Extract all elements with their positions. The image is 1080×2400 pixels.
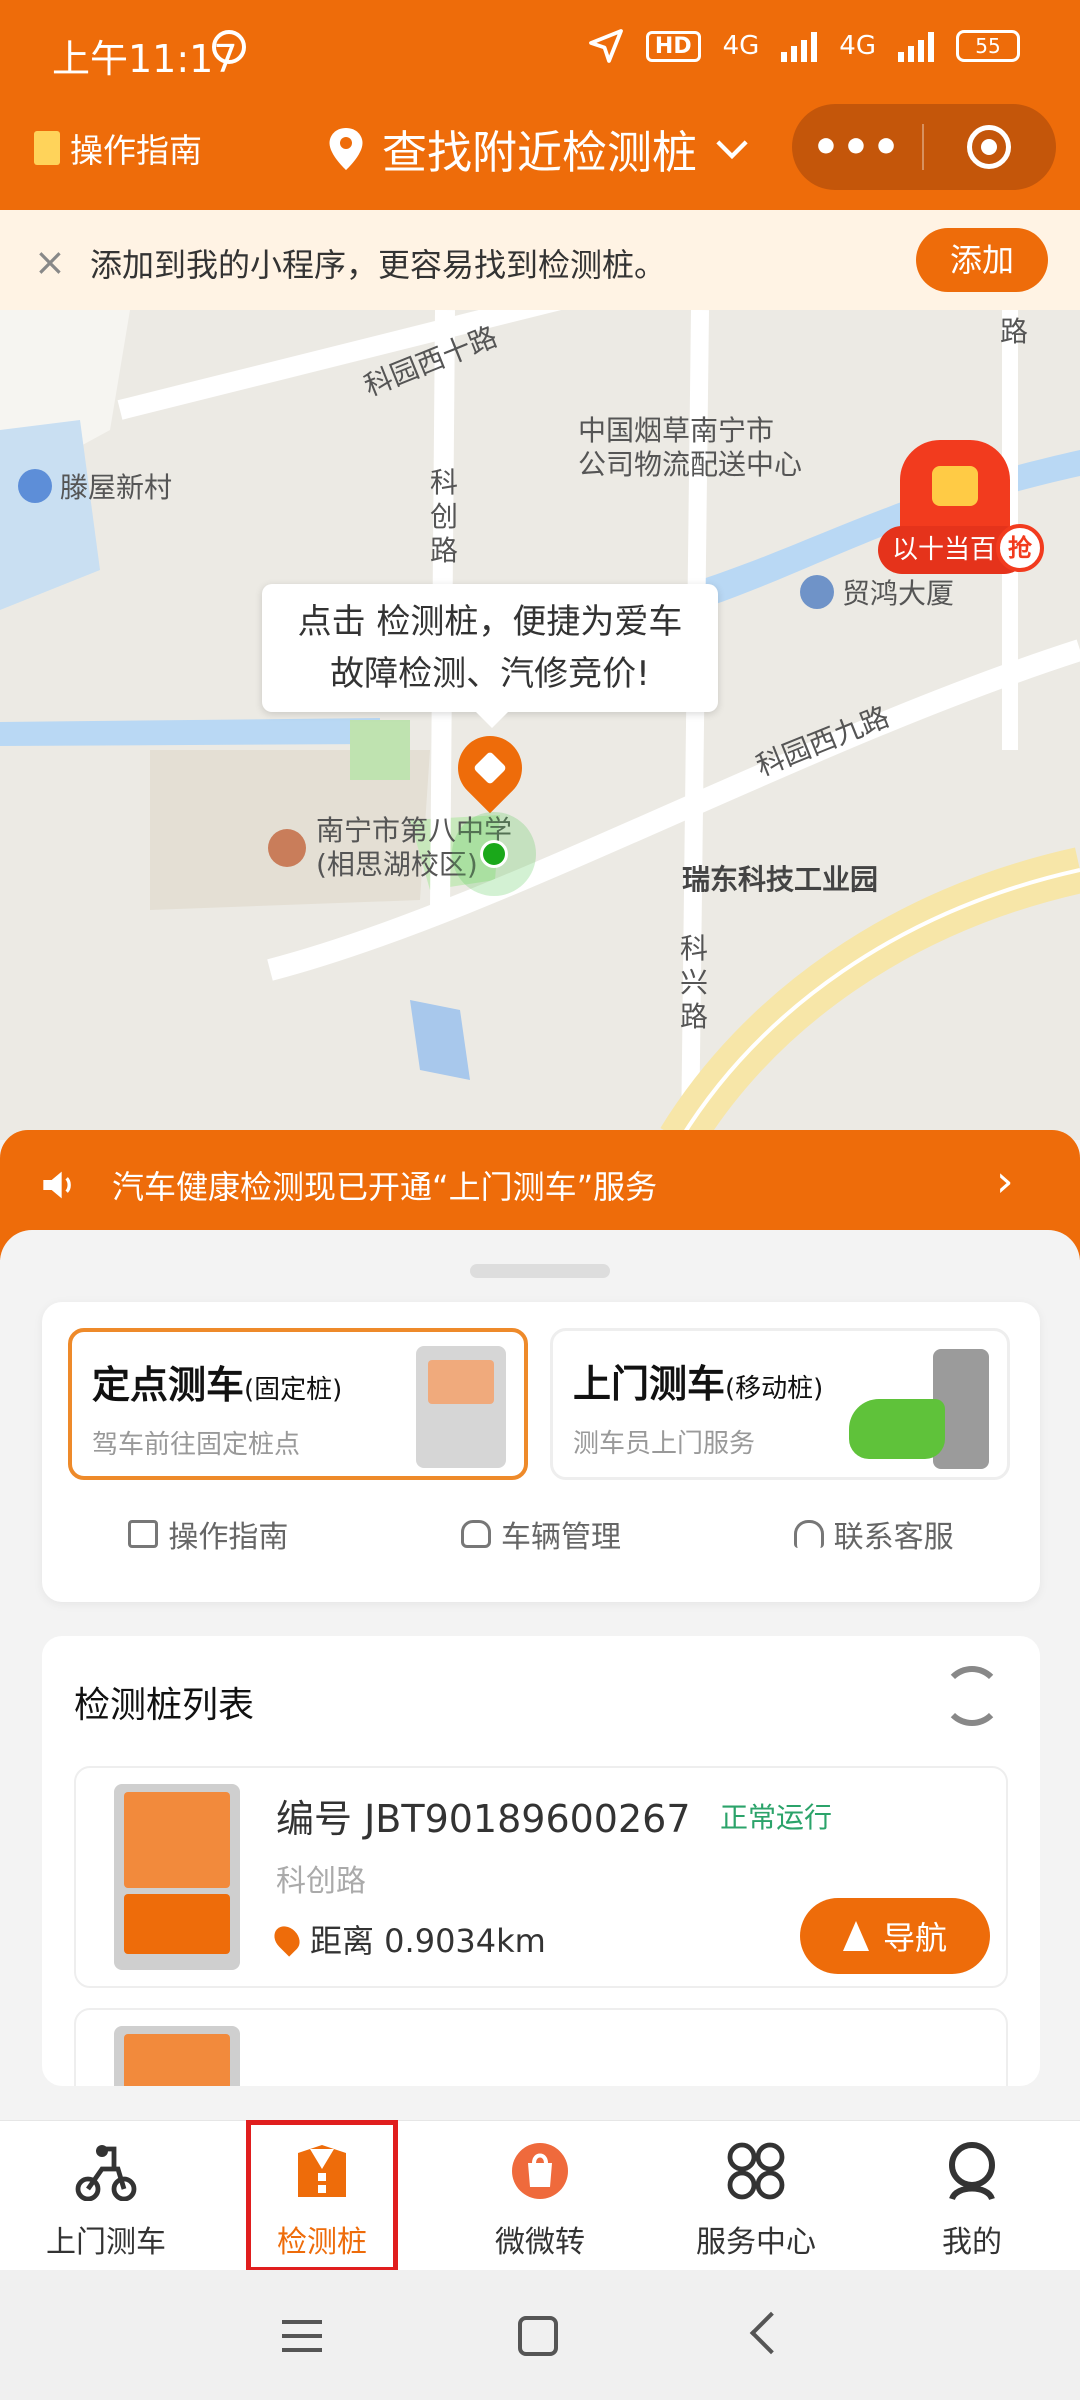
- station-distance: 距离 0.9034km: [269, 1916, 546, 1962]
- car-icon: [460, 1520, 491, 1548]
- bottom-sheet: 定点测车(固定桩) 驾车前往固定桩点 上门测车(移动桩) 测车员上门服务 操作指…: [0, 1230, 1080, 2120]
- station-image: [114, 2026, 240, 2086]
- add-button[interactable]: 添加: [916, 228, 1048, 292]
- grid-icon: [727, 2142, 785, 2200]
- close-miniapp-button[interactable]: [924, 125, 1054, 169]
- quick-link-vehicles[interactable]: 车辆管理: [460, 1512, 621, 1556]
- station-item[interactable]: [74, 2008, 1008, 2086]
- tab-profile[interactable]: 我的: [872, 2141, 1072, 2261]
- chevron-right-icon: ›: [996, 1156, 1014, 1207]
- mode-desc: 驾车前往固定桩点: [92, 1430, 301, 1460]
- map-background: [0, 310, 1080, 1140]
- station-image: [114, 1784, 240, 1970]
- more-button[interactable]: •••: [792, 122, 922, 173]
- location-selector[interactable]: 查找附近检测桩: [328, 116, 749, 181]
- headset-icon: [793, 1520, 824, 1548]
- map-label-road: 科兴路: [680, 932, 709, 1033]
- building-icon: [800, 575, 834, 609]
- user-icon: [949, 2142, 995, 2201]
- highlight-box: [246, 2120, 398, 2272]
- guide-link[interactable]: 操作指南: [34, 124, 202, 172]
- mode-desc: 测车员上门服务: [573, 1429, 756, 1459]
- station-road: 科创路: [276, 1864, 366, 1899]
- map-tooltip[interactable]: 点击 检测桩，便捷为爱车 故障检测、汽修竞价!: [262, 584, 718, 728]
- menu-icon[interactable]: [282, 2320, 322, 2352]
- list-icon: [128, 1520, 159, 1548]
- signal-icon: [781, 30, 818, 62]
- shopping-bag-icon: [512, 2143, 568, 2199]
- target-icon: [967, 125, 1011, 169]
- notice-text: 汽车健康检测现已开通“上门测车”服务: [112, 1168, 658, 1206]
- tab-bar: 上门测车 检测桩 微微转 服务中心 我的: [0, 2120, 1080, 2270]
- status-time: 上午11:17: [52, 37, 238, 81]
- chevron-down-icon: [716, 139, 748, 159]
- map-view[interactable]: 科园西十路 路 滕屋新村 中国烟草南宁市 公司物流配送中心 科创路 贸鸿大厦 科…: [0, 310, 1080, 1140]
- system-nav-bar: [0, 2270, 1080, 2400]
- close-icon[interactable]: ×: [34, 240, 66, 284]
- user-location-dot: [480, 840, 508, 868]
- quick-link-support[interactable]: 联系客服: [793, 1512, 954, 1556]
- status-bar: 上午11:17 HD 4G 4G 55: [0, 0, 1080, 100]
- status-indicators: HD 4G 4G 55: [588, 28, 1020, 64]
- hd-badge: HD: [645, 30, 701, 62]
- scooter-icon: [75, 2145, 137, 2202]
- fixed-station-mode[interactable]: 定点测车(固定桩) 驾车前往固定桩点: [68, 1328, 528, 1480]
- quick-link-guide[interactable]: 操作指南: [128, 1512, 288, 1556]
- list-title: 检测桩列表: [74, 1685, 255, 1726]
- network-label-1: 4G: [722, 31, 760, 61]
- status-badge: 正常运行: [720, 1801, 833, 1834]
- tab-service-center[interactable]: 服务中心: [656, 2141, 856, 2261]
- guide-label: 操作指南: [70, 131, 202, 170]
- mode-title: 定点测车(固定桩): [92, 1363, 343, 1407]
- map-label-company: 中国烟草南宁市 公司物流配送中心: [578, 414, 803, 481]
- network-label-2: 4G: [839, 31, 876, 61]
- app-header: 操作指南 查找附近检测桩 •••: [0, 100, 1080, 210]
- station-item[interactable]: 编号 JBT90189600267 正常运行 科创路 距离 0.9034km 导…: [74, 1766, 1008, 1988]
- mode-title: 上门测车(移动桩): [573, 1362, 824, 1406]
- map-label-park: 瑞东科技工业园: [682, 863, 879, 896]
- quick-links: 操作指南 车辆管理 联系客服: [42, 1512, 1040, 1556]
- tab-weiweizhuan[interactable]: 微微转: [440, 2141, 640, 2261]
- speaker-icon: [43, 1171, 71, 1199]
- page-title: 查找附近检测桩: [382, 126, 698, 179]
- station-list: 检测桩列表 编号 JBT90189600267 正常运行 科创路 距离 0.90…: [42, 1636, 1040, 2086]
- battery-icon: 55: [956, 30, 1020, 62]
- mobile-station-mode[interactable]: 上门测车(移动桩) 测车员上门服务: [550, 1328, 1010, 1480]
- navigation-arrow-icon: [842, 1921, 869, 1951]
- navigate-button[interactable]: 导航: [800, 1898, 990, 1974]
- map-label-village: 滕屋新村: [18, 466, 172, 506]
- grab-badge: 抢: [996, 524, 1044, 572]
- mode-card: 定点测车(固定桩) 驾车前往固定桩点 上门测车(移动桩) 测车员上门服务 操作指…: [42, 1302, 1040, 1602]
- tab-home-test[interactable]: 上门测车: [6, 2141, 206, 2261]
- kiosk-illustration: [416, 1346, 506, 1468]
- add-banner-text: 添加到我的小程序，更容易找到检测桩。: [90, 246, 667, 284]
- miniapp-capsule: •••: [792, 104, 1056, 190]
- home-icon: [18, 469, 52, 503]
- refresh-icon[interactable]: [942, 1666, 1002, 1726]
- back-icon[interactable]: [749, 2311, 793, 2355]
- book-icon: [34, 131, 60, 165]
- location-arrow-icon: [589, 29, 623, 63]
- signal-icon-2: [898, 30, 934, 62]
- location-pin-icon: [269, 1921, 305, 1957]
- map-label-road: 路: [1000, 315, 1029, 348]
- map-label-road: 科创路: [430, 466, 459, 567]
- red-packet-icon: [900, 440, 1010, 540]
- red-packet-promo[interactable]: 以十当百 抢: [878, 440, 1044, 590]
- add-miniapp-banner: × 添加到我的小程序，更容易找到检测桩。 添加: [0, 210, 1080, 310]
- alarm-icon: [212, 30, 246, 64]
- sheet-drag-handle[interactable]: [470, 1264, 610, 1278]
- location-pin-icon: [329, 127, 363, 170]
- station-id: 编号 JBT90189600267: [276, 1797, 691, 1841]
- school-icon: [268, 829, 306, 867]
- scooter-illustration: [849, 1349, 989, 1469]
- home-button-icon[interactable]: [518, 2316, 558, 2356]
